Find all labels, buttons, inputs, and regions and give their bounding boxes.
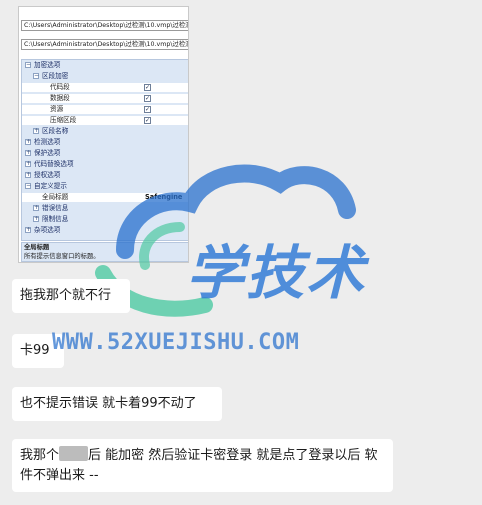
tree-row-label: 全局标题: [42, 193, 69, 201]
expand-icon[interactable]: +: [33, 128, 39, 134]
tree-row-label: 资源: [50, 105, 64, 113]
expand-icon[interactable]: +: [25, 139, 31, 145]
expand-icon[interactable]: +: [25, 227, 31, 233]
collapse-icon[interactable]: −: [33, 73, 39, 79]
tree-row[interactable]: 数据段 ✓: [22, 94, 188, 103]
tree-row[interactable]: − 加密选项: [22, 61, 188, 70]
watermark-logo-text: 学技术: [186, 239, 367, 307]
tree-row-label: 限制信息: [42, 215, 69, 223]
tree-row-label: 压缩区段: [50, 116, 77, 124]
checkbox[interactable]: ✓: [144, 117, 151, 124]
tree-row[interactable]: + 代码替换选项: [22, 160, 188, 169]
chat-message-part: 我那个: [20, 448, 60, 463]
chat-message: 卡99: [12, 334, 64, 368]
tree-row[interactable]: + 检测选项: [22, 138, 188, 147]
tree-row-label: 代码段: [50, 83, 70, 91]
tree-row-label: 区段加密: [42, 72, 69, 80]
path-field-2[interactable]: C:\Users\Administrator\Desktop\过检测\10.vm…: [21, 39, 188, 50]
property-tree: − 加密选项 − 区段加密 代码段 ✓ 数据段 ✓ 资源 ✓ 压缩区段 ✓ + 区段名称 + 检测选项 + 保护选…: [21, 59, 188, 241]
tree-row-label: 保护选项: [34, 149, 61, 157]
tree-row[interactable]: − 自定义提示: [22, 182, 188, 191]
tree-row-label: 杂项选项: [34, 226, 61, 234]
checkbox[interactable]: ✓: [144, 106, 151, 113]
checkbox[interactable]: ✓: [144, 84, 151, 91]
tree-row[interactable]: 代码段 ✓: [22, 83, 188, 92]
redacted-block: [59, 446, 89, 461]
path-field-1[interactable]: C:\Users\Administrator\Desktop\过检测\10.vm…: [21, 20, 188, 31]
expand-icon[interactable]: +: [33, 205, 39, 211]
chat-message: 我那个后 能加密 然后验证卡密登录 就是点了登录以后 软件不弹出来 --: [12, 439, 393, 492]
collapse-icon[interactable]: −: [25, 62, 31, 68]
description-title: 全局标题: [24, 244, 50, 251]
watermark-url: WWW.52XUEJISHU.COM: [52, 330, 300, 355]
tree-row[interactable]: 全局标题 Safengine: [22, 193, 188, 202]
tree-row[interactable]: + 区段名称: [22, 127, 188, 136]
tree-row-label: 错误信息: [42, 204, 69, 212]
tree-row[interactable]: + 授权选项: [22, 171, 188, 180]
tree-row[interactable]: + 错误信息: [22, 204, 188, 213]
tree-row[interactable]: + 保护选项: [22, 149, 188, 158]
expand-icon[interactable]: +: [25, 172, 31, 178]
tree-row-label: 自定义提示: [34, 182, 67, 190]
collapse-icon[interactable]: −: [25, 183, 31, 189]
embedded-screenshot: C:\Users\Administrator\Desktop\过检测\10.vm…: [18, 6, 189, 263]
expand-icon[interactable]: +: [25, 150, 31, 156]
tree-row[interactable]: − 区段加密: [22, 72, 188, 81]
tree-row[interactable]: 资源 ✓: [22, 105, 188, 114]
tree-row-value[interactable]: Safengine: [145, 193, 182, 202]
description-panel: 全局标题 所有提示信息窗口的标题。: [21, 242, 188, 262]
expand-icon[interactable]: +: [25, 161, 31, 167]
checkbox[interactable]: ✓: [144, 95, 151, 102]
chat-message: 拖我那个就不行: [12, 279, 130, 313]
expand-icon[interactable]: +: [33, 216, 39, 222]
tree-row[interactable]: 压缩区段 ✓: [22, 116, 188, 125]
tree-row-label: 加密选项: [34, 61, 61, 69]
tree-row-label: 授权选项: [34, 171, 61, 179]
tree-row-label: 代码替换选项: [34, 160, 74, 168]
description-text: 所有提示信息窗口的标题。: [24, 253, 100, 260]
chat-message: 也不提示错误 就卡着99不动了: [12, 387, 222, 421]
tree-row[interactable]: + 杂项选项: [22, 226, 188, 235]
tree-row-label: 区段名称: [42, 127, 69, 135]
tree-row-label: 数据段: [50, 94, 70, 102]
tree-row[interactable]: + 限制信息: [22, 215, 188, 224]
tree-row-label: 检测选项: [34, 138, 61, 146]
